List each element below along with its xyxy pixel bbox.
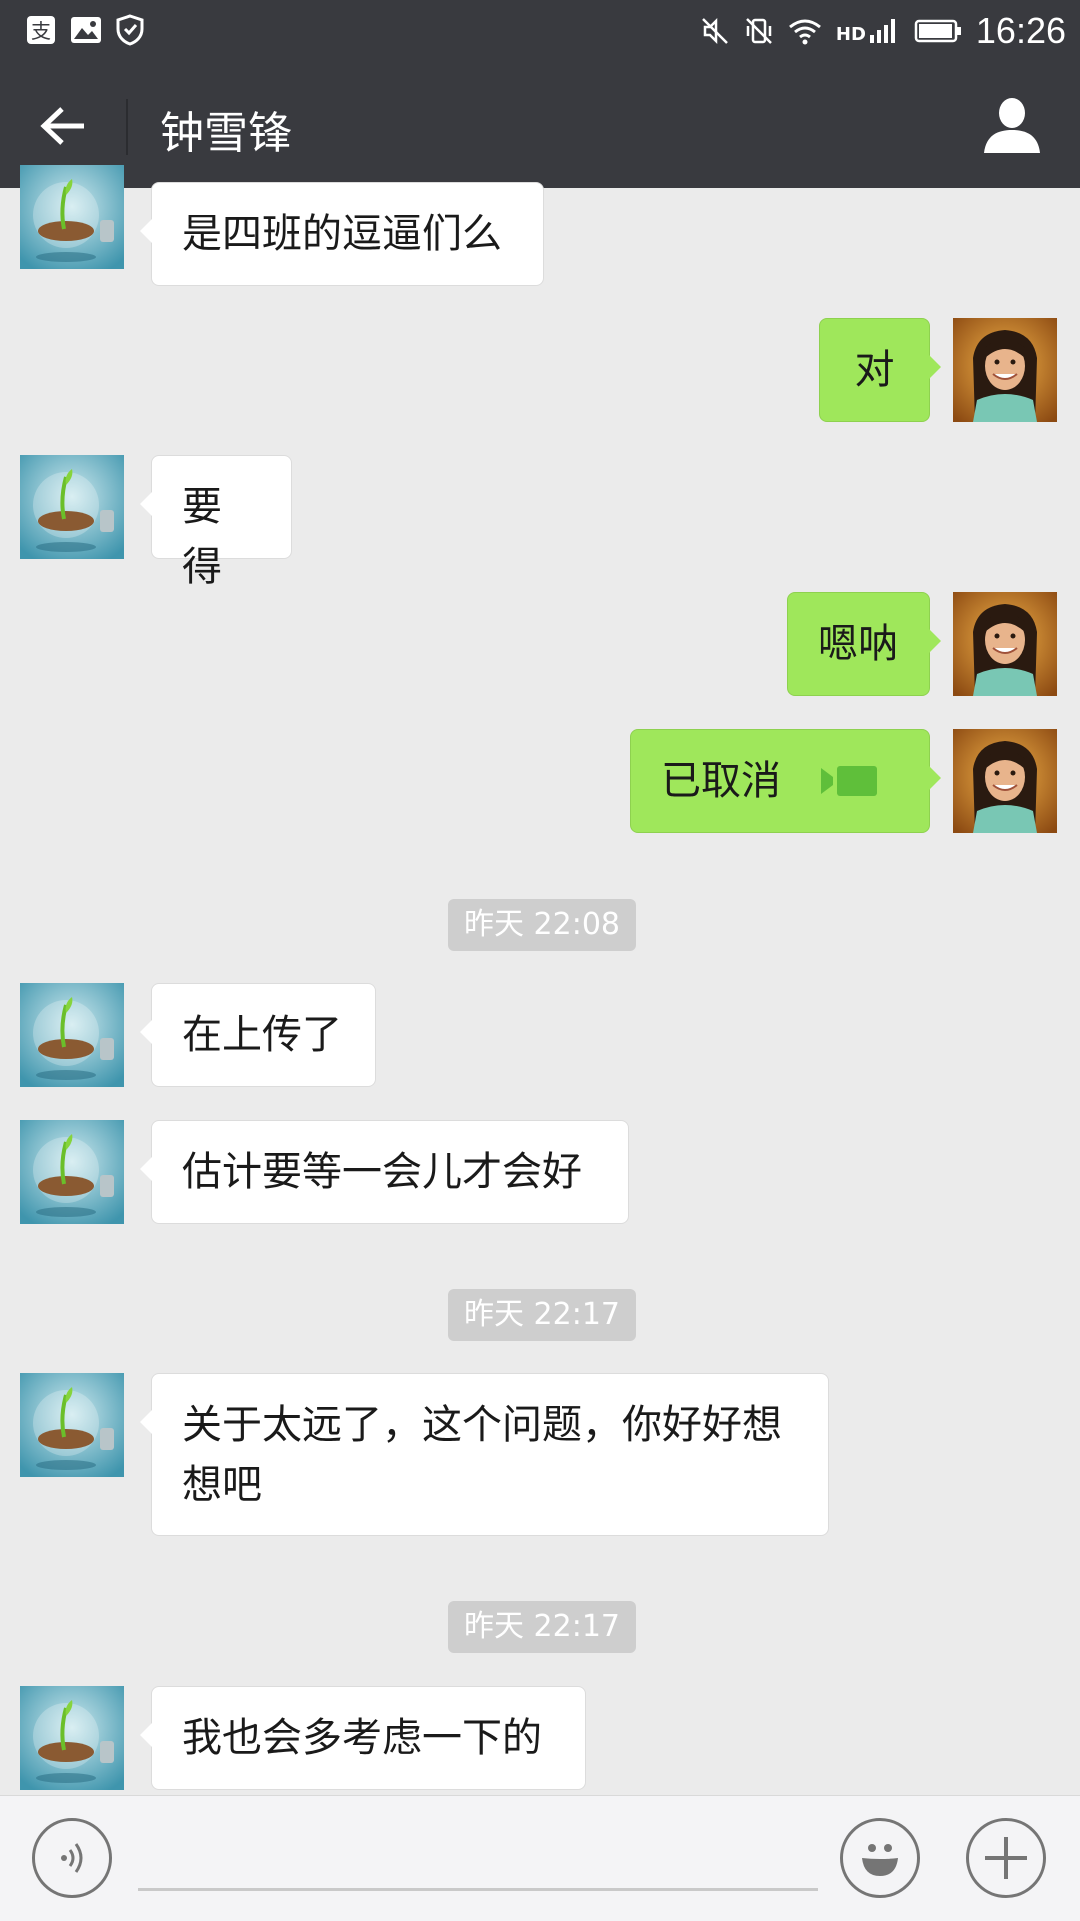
girl-portrait-avatar-image bbox=[953, 729, 1057, 833]
person-icon bbox=[984, 98, 1040, 153]
message-text: 关于太远了，这个问题，你好好想想吧 bbox=[182, 1402, 782, 1508]
contact-avatar[interactable] bbox=[20, 165, 124, 285]
lightbulb-avatar-image bbox=[20, 983, 124, 1087]
received-message-bubble[interactable]: 要得 bbox=[140, 455, 292, 590]
video-call-icon bbox=[821, 766, 877, 796]
wifi-icon bbox=[788, 19, 821, 45]
contact-avatar[interactable] bbox=[20, 1373, 124, 1477]
voice-button[interactable] bbox=[32, 1818, 112, 1898]
message-input[interactable] bbox=[138, 1888, 818, 1891]
profile-button[interactable] bbox=[980, 93, 1044, 157]
message-text: 对 bbox=[854, 347, 895, 393]
clock: 16:26 bbox=[975, 10, 1066, 51]
plus-button[interactable] bbox=[966, 1818, 1046, 1898]
input-bar bbox=[0, 1795, 1080, 1921]
mute-icon bbox=[702, 17, 728, 45]
alipay-icon: 支 bbox=[27, 16, 55, 44]
lightbulb-avatar-image bbox=[20, 1373, 124, 1477]
title-bar: 钟雪锋 bbox=[0, 63, 1080, 188]
title-divider bbox=[126, 99, 128, 155]
message-text: 已取消 bbox=[661, 758, 781, 804]
status-bar: 支 HD 16:26 bbox=[0, 0, 1080, 63]
received-message-bubble[interactable]: 我也会多考虑一下的 bbox=[140, 1686, 586, 1790]
emoji-icon bbox=[862, 1844, 898, 1876]
plus-icon bbox=[985, 1837, 1027, 1879]
my-avatar[interactable] bbox=[953, 592, 1057, 696]
timestamp: 昨天 22:08 bbox=[448, 899, 636, 951]
lightbulb-avatar-image bbox=[20, 165, 124, 269]
received-message-bubble[interactable]: 是四班的逗逼们么 bbox=[140, 182, 544, 286]
signal-indicator: HD bbox=[836, 17, 900, 45]
received-message-bubble[interactable]: 关于太远了，这个问题，你好好想想吧 bbox=[140, 1373, 829, 1536]
contact-avatar[interactable] bbox=[20, 983, 124, 1087]
message-text: 我也会多考虑一下的 bbox=[182, 1715, 542, 1761]
vibrate-off-icon bbox=[746, 18, 772, 44]
timestamp: 昨天 22:17 bbox=[448, 1289, 636, 1341]
chat-title: 钟雪锋 bbox=[160, 108, 292, 159]
signal-icon bbox=[869, 19, 895, 43]
lightbulb-avatar-image bbox=[20, 1686, 124, 1790]
lightbulb-avatar-image bbox=[20, 455, 124, 559]
network-type: HD bbox=[835, 24, 866, 45]
timestamp: 昨天 22:17 bbox=[448, 1601, 636, 1653]
sent-message-bubble[interactable]: 嗯呐 bbox=[787, 592, 941, 696]
image-icon bbox=[71, 17, 101, 43]
my-avatar[interactable] bbox=[953, 729, 1057, 833]
back-button[interactable] bbox=[28, 93, 98, 158]
contact-avatar[interactable] bbox=[20, 455, 124, 559]
received-message-bubble[interactable]: 估计要等一会儿才会好 bbox=[140, 1120, 629, 1224]
my-avatar[interactable] bbox=[953, 318, 1057, 422]
battery-icon bbox=[914, 19, 961, 43]
message-text: 在上传了 bbox=[182, 1012, 342, 1058]
message-text: 估计要等一会儿才会好 bbox=[182, 1149, 582, 1195]
lightbulb-avatar-image bbox=[20, 1120, 124, 1224]
emoji-button[interactable] bbox=[840, 1818, 920, 1898]
voice-icon bbox=[61, 1843, 83, 1873]
arrow-left-icon bbox=[40, 106, 84, 145]
girl-portrait-avatar-image bbox=[953, 592, 1057, 696]
svg-text:支: 支 bbox=[31, 19, 51, 43]
contact-avatar[interactable] bbox=[20, 1686, 124, 1790]
message-text: 是四班的逗逼们么 bbox=[182, 211, 502, 257]
message-text: 要得 bbox=[182, 484, 222, 590]
shield-icon bbox=[116, 14, 144, 46]
girl-portrait-avatar-image bbox=[953, 318, 1057, 422]
received-message-bubble[interactable]: 在上传了 bbox=[140, 983, 376, 1087]
contact-avatar[interactable] bbox=[20, 1120, 124, 1224]
video-call-bubble[interactable]: 已取消 bbox=[630, 729, 941, 833]
sent-message-bubble[interactable]: 对 bbox=[819, 318, 941, 422]
message-text: 嗯呐 bbox=[818, 621, 898, 667]
